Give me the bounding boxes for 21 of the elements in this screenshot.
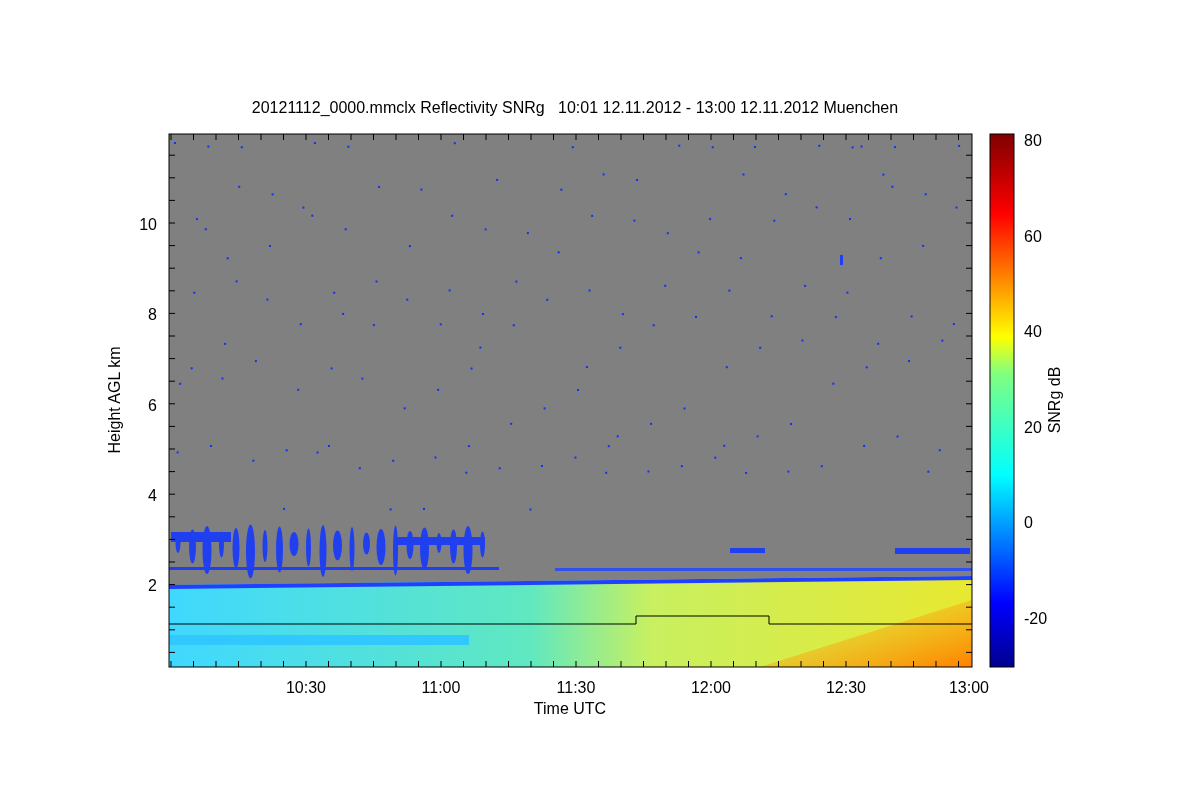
- y-tick-label: 10: [139, 216, 157, 233]
- x-tick-label: 10:30: [286, 679, 326, 696]
- x-tick-label: 11:30: [556, 679, 596, 696]
- colorbar-label: SNRg dB: [1046, 366, 1063, 434]
- colorbar-tick-label: 0: [1024, 514, 1033, 532]
- plot-title: 20121112_0000.mmclx Reflectivity SNRg 10:01 12.11.2012 - 13:00 12.11.2012 Muenchen: [251, 99, 899, 116]
- x-tick-label: 12:30: [826, 679, 866, 696]
- colorbar-tick-label: 20: [1024, 418, 1042, 436]
- colorbar-tick-label: 80: [1024, 132, 1042, 149]
- y-tick-label: 4: [148, 486, 157, 504]
- y-tick-label: 8: [148, 306, 157, 324]
- x-tick-label: 12:00: [691, 679, 731, 696]
- y-tick-label: 2: [148, 577, 157, 595]
- colorbar-tick-label: 40: [1024, 323, 1042, 341]
- y-tick-label: 6: [148, 396, 157, 414]
- y-axis-label: Height AGL km: [106, 346, 123, 454]
- x-tick-label: 11:00: [421, 679, 461, 696]
- colorbar-tick-label: 60: [1024, 227, 1042, 245]
- x-axis-label: Time UTC: [533, 700, 607, 717]
- x-tick-label: 13:00: [949, 679, 989, 696]
- colorbar-tick-label: -20: [1024, 610, 1048, 627]
